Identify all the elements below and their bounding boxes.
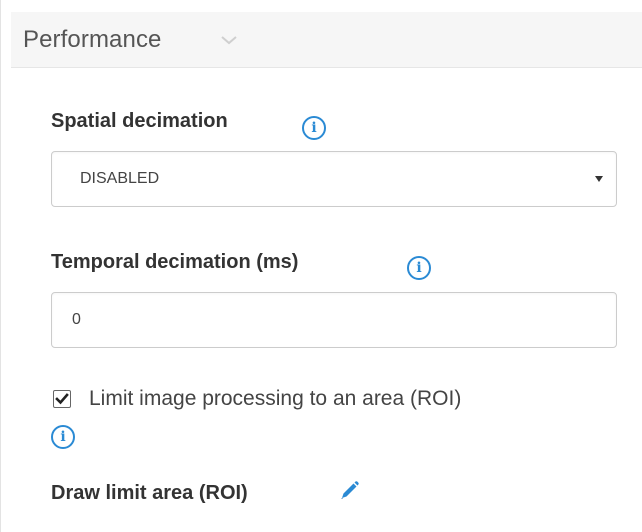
triangle-down-icon [594, 175, 604, 183]
spatial-decimation-selected-value: DISABLED [80, 170, 160, 187]
caret-down-icon[interactable] [221, 34, 237, 46]
spatial-decimation-select[interactable]: DISABLED [51, 151, 617, 207]
panel-title: Performance [23, 26, 162, 53]
limit-roi-info-icon[interactable]: i [51, 425, 75, 449]
limit-roi-checkbox[interactable] [53, 390, 71, 408]
temporal-decimation-input[interactable] [51, 292, 617, 348]
temporal-decimation-label: Temporal decimation (ms) [51, 251, 299, 273]
panel-header[interactable]: Performance [11, 12, 642, 68]
draw-roi-label: Draw limit area (ROI) [51, 482, 248, 504]
temporal-decimation-info-icon[interactable]: i [407, 256, 431, 280]
checkmark-icon [55, 393, 69, 405]
performance-panel: Performance Spatial decimation i DISABLE… [0, 0, 642, 532]
pencil-icon[interactable] [338, 480, 360, 502]
limit-roi-label[interactable]: Limit image processing to an area (ROI) [89, 387, 461, 411]
spatial-decimation-label: Spatial decimation [51, 110, 228, 132]
spatial-decimation-info-icon[interactable]: i [302, 116, 326, 140]
